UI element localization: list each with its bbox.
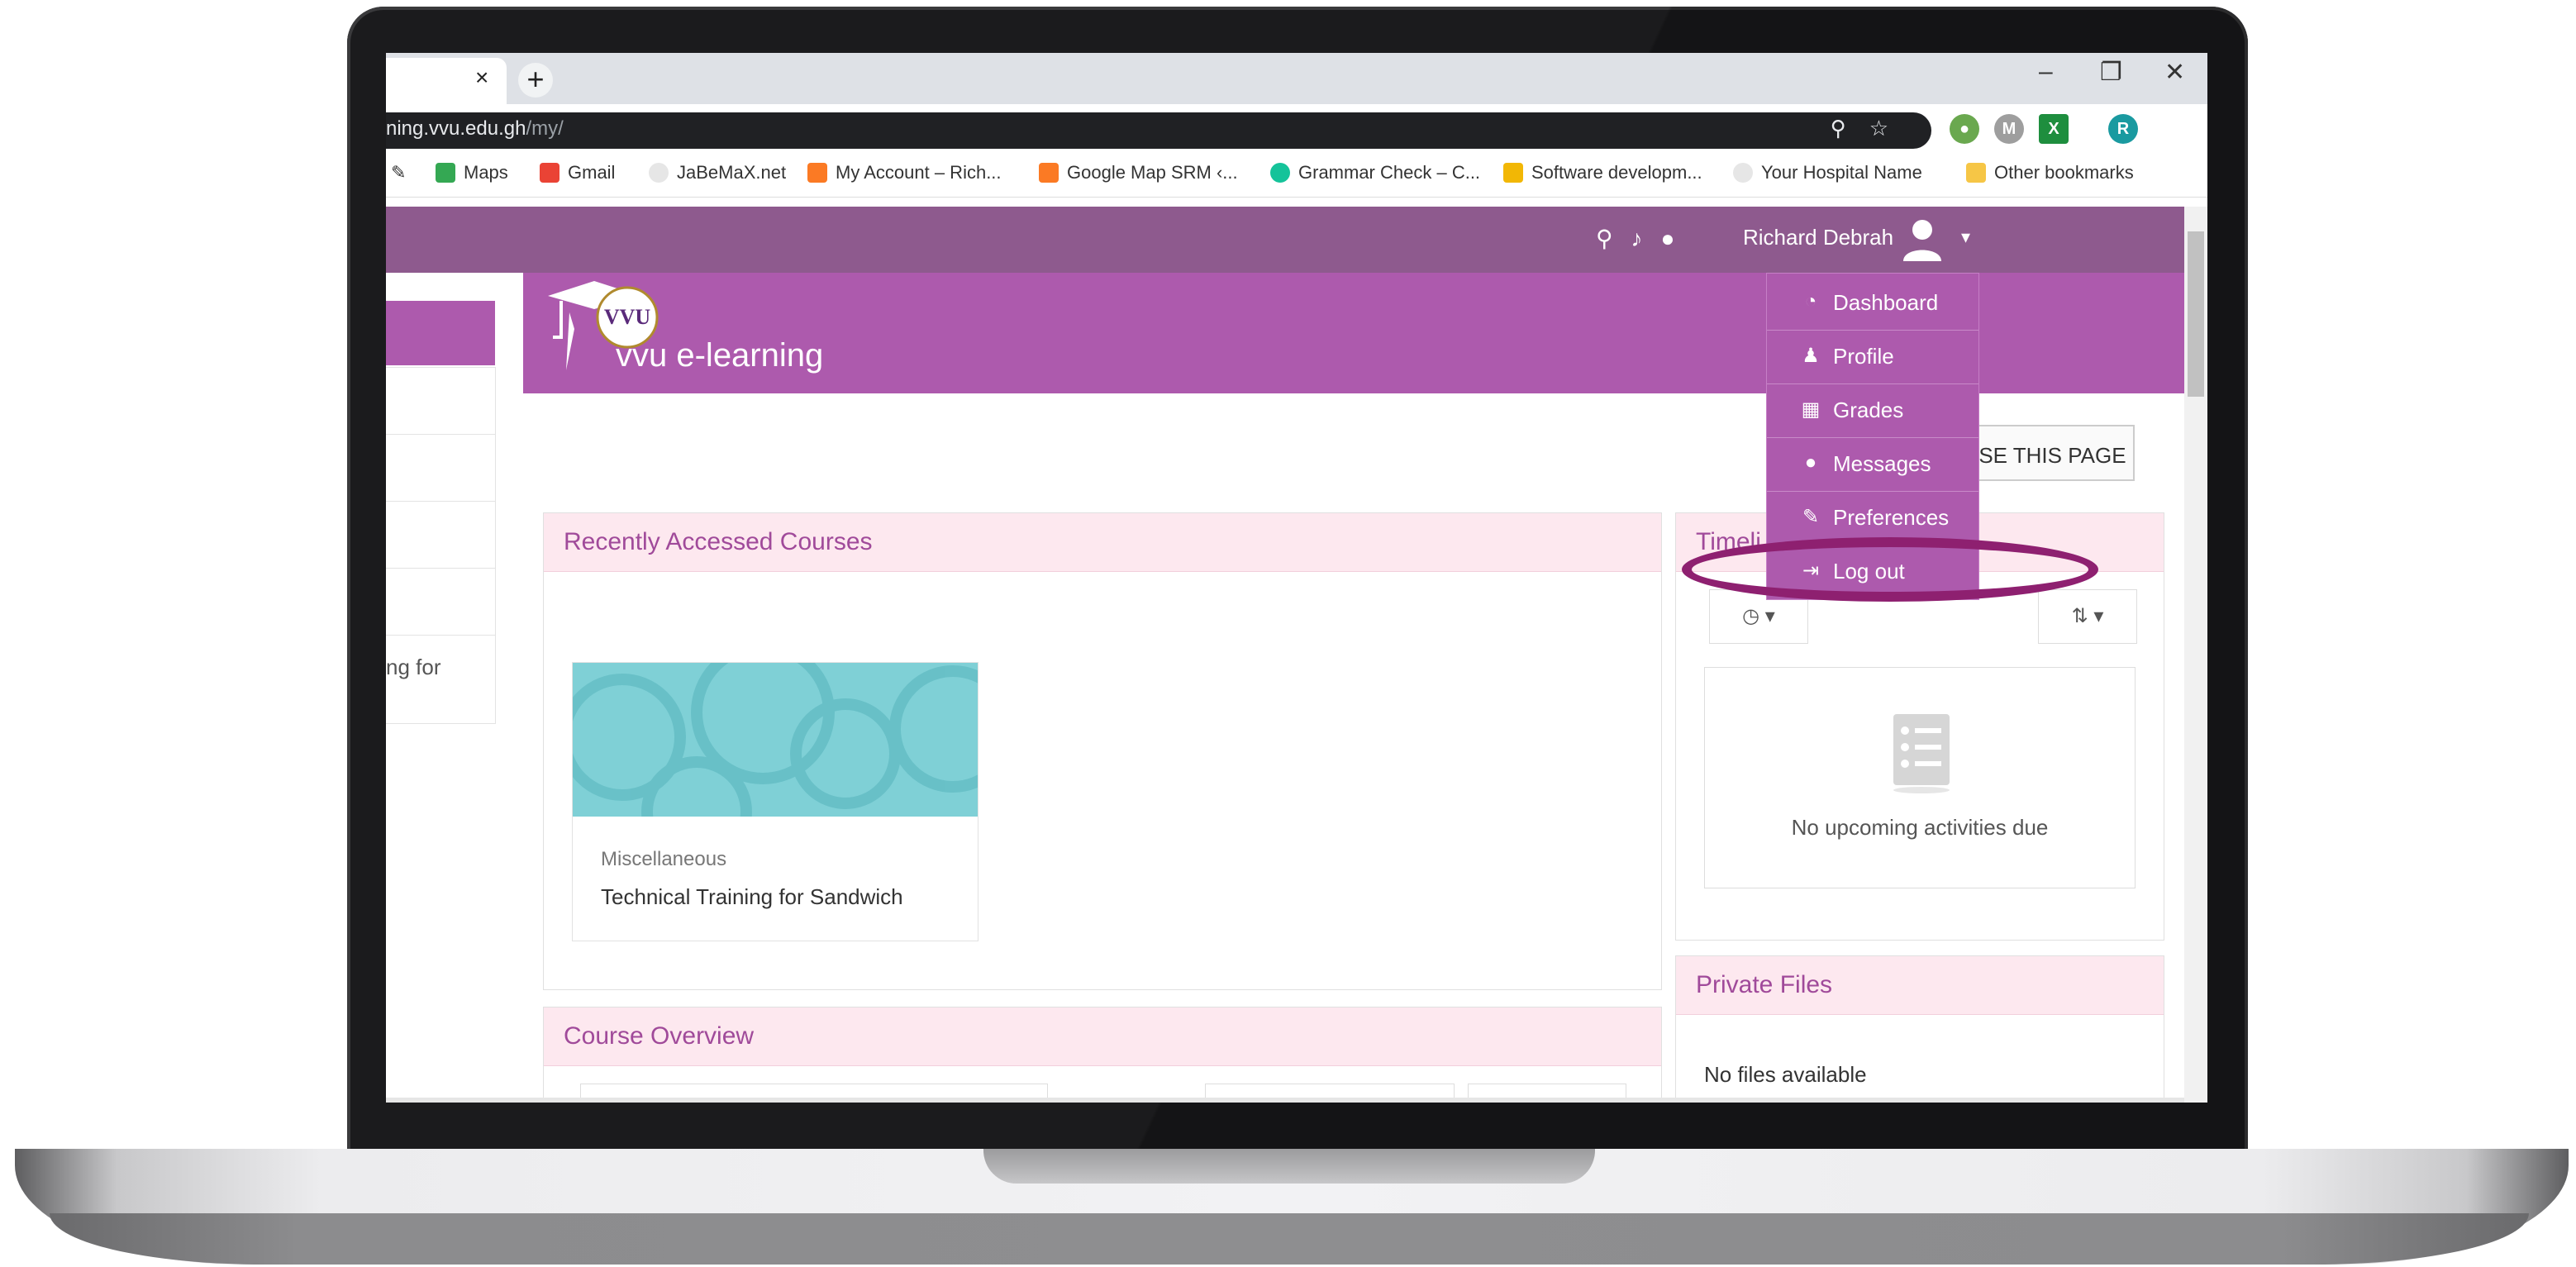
course-image[interactable] — [573, 663, 978, 817]
bookmark-gmail[interactable]: Gmail — [540, 162, 615, 183]
bookmark-jabemax[interactable]: JaBeMaX.net — [649, 162, 786, 183]
scrollbar-thumb[interactable] — [2188, 231, 2204, 397]
grammarly-icon — [1270, 163, 1290, 183]
extension-m-icon[interactable]: M — [1994, 114, 2024, 144]
browser-tab[interactable]: × — [386, 58, 507, 104]
drawer-header — [386, 301, 495, 365]
menu-item-dashboard[interactable]: ◔ Dashboard — [1767, 277, 1978, 331]
profile-avatar[interactable]: R — [2108, 114, 2138, 144]
drawer-item[interactable] — [386, 435, 495, 502]
menu-item-profile[interactable]: ♟ Profile — [1767, 331, 1978, 384]
globe-icon — [1733, 163, 1753, 183]
url-text[interactable]: ning.vvu.edu.gh/my/ — [386, 117, 564, 141]
chat-icon[interactable]: ● — [1661, 226, 1693, 251]
recent-courses-card: Recently Accessed Courses Miscellaneous … — [543, 512, 1662, 990]
restore-icon[interactable]: ❐ — [2100, 58, 2122, 87]
url-bar[interactable]: ning.vvu.edu.gh/my/ ⚲☆ — [386, 112, 1931, 149]
close-window-icon[interactable]: ✕ — [2164, 58, 2185, 87]
menu-item-label: Profile — [1833, 344, 1894, 369]
wrench-icon: ✎ — [1802, 506, 1820, 528]
svg-text:VVU: VVU — [604, 305, 651, 329]
grades-table-icon: ▦ — [1801, 398, 1821, 421]
site-name[interactable]: vvu e-learning — [616, 337, 823, 374]
xampp-icon — [807, 163, 827, 183]
card-header: Private Files — [1676, 956, 2164, 1015]
maps-icon — [436, 163, 455, 183]
course-overview-card: Course Overview — [543, 1007, 1662, 1103]
bookmark-grammar-check[interactable]: Grammar Check – C... — [1270, 162, 1480, 183]
user-icon: ♟ — [1802, 345, 1820, 367]
course-category: Miscellaneous — [601, 848, 727, 870]
user-name[interactable]: Richard Debrah — [1743, 225, 1893, 250]
menu-item-label: Dashboard — [1833, 290, 1939, 315]
star-icon[interactable]: ☆ — [1869, 116, 1912, 141]
folder-icon — [1966, 163, 1986, 183]
drawer-item-label[interactable]: ng for — [386, 655, 441, 680]
card-header: Course Overview — [544, 1007, 1661, 1066]
timeline-empty-text: No upcoming activities due — [1791, 815, 2049, 840]
course-name[interactable]: Technical Training for Sandwich — [601, 884, 903, 910]
chevron-down-icon[interactable]: ▾ — [1961, 226, 1970, 248]
bookmark-maps[interactable]: Maps — [436, 162, 508, 183]
course-card[interactable]: Miscellaneous Technical Training for San… — [572, 662, 978, 941]
zoom-icon[interactable]: ⚲ — [1831, 116, 1869, 141]
sort-icon: ⇅ ▾ — [2071, 605, 2104, 627]
chat-bubble-icon: ● — [1804, 451, 1817, 474]
bolt-icon — [1503, 163, 1523, 183]
bookmark-edit-icon[interactable]: ✎ — [391, 162, 406, 183]
drawer-item[interactable] — [386, 368, 495, 435]
menu-item-label: Messages — [1833, 451, 1931, 476]
menu-item-grades[interactable]: ▦ Grades — [1767, 384, 1978, 438]
drawer-item[interactable] — [386, 502, 495, 569]
bell-icon[interactable]: ♪ — [1631, 226, 1661, 251]
card-header: Recently Accessed Courses — [544, 513, 1661, 572]
extension-x-icon[interactable]: X — [2039, 114, 2069, 144]
bookmark-google-map-srm[interactable]: Google Map SRM ‹... — [1039, 162, 1238, 183]
dashboard-icon: ◔ — [1804, 290, 1817, 312]
card-title: Recently Accessed Courses — [564, 528, 873, 555]
search-icon[interactable]: ⚲ — [1596, 226, 1631, 251]
user-avatar-icon[interactable] — [1898, 215, 1946, 263]
timeline-sort-dropdown[interactable]: ⇅ ▾ — [2038, 589, 2137, 644]
browser-tab-bar: × + – ❐ ✕ — [386, 53, 2207, 104]
minimize-icon[interactable]: – — [2039, 58, 2053, 86]
private-files-empty-text: No files available — [1704, 1062, 1867, 1087]
vertical-scrollbar[interactable] — [2184, 207, 2207, 1103]
tab-close-icon[interactable]: × — [475, 64, 488, 91]
bookmark-other[interactable]: Other bookmarks — [1966, 162, 2134, 183]
logout-highlight-ring — [1682, 537, 2098, 602]
horizontal-scrollbar[interactable] — [386, 1098, 2184, 1103]
extension-globe-icon[interactable]: ● — [1950, 114, 1979, 144]
new-tab-button[interactable]: + — [518, 63, 553, 98]
drawer-item[interactable] — [386, 569, 495, 636]
bookmarks-bar: ✎ Maps Gmail JaBeMaX.net My Account – Ri… — [386, 150, 2207, 198]
laptop-screen: × + – ❐ ✕ ning.vvu.edu.gh/my/ ⚲☆ ● M X R… — [386, 53, 2207, 1103]
laptop-notch — [983, 1149, 1595, 1184]
menu-item-messages[interactable]: ● Messages — [1767, 438, 1978, 492]
xampp-icon — [1039, 163, 1059, 183]
moodle-navbar: ⚲♪● Richard Debrah ▾ — [386, 207, 2184, 273]
bookmark-my-account[interactable]: My Account – Rich... — [807, 162, 1002, 183]
empty-list-icon — [1893, 714, 1950, 793]
globe-icon — [649, 163, 669, 183]
bookmark-hospital[interactable]: Your Hospital Name — [1733, 162, 1922, 183]
laptop-base-bottom — [50, 1213, 2529, 1265]
card-title: Private Files — [1696, 971, 1833, 998]
private-files-card: Private Files No files available — [1675, 955, 2164, 1103]
timeline-empty: No upcoming activities due — [1704, 667, 2136, 888]
menu-item-label: Preferences — [1833, 505, 1950, 530]
gmail-icon — [540, 163, 559, 183]
clock-icon: ◷ ▾ — [1742, 605, 1775, 627]
menu-item-label: Grades — [1833, 398, 1904, 422]
bookmark-software-development[interactable]: Software developm... — [1503, 162, 1702, 183]
card-title: Course Overview — [564, 1022, 755, 1050]
